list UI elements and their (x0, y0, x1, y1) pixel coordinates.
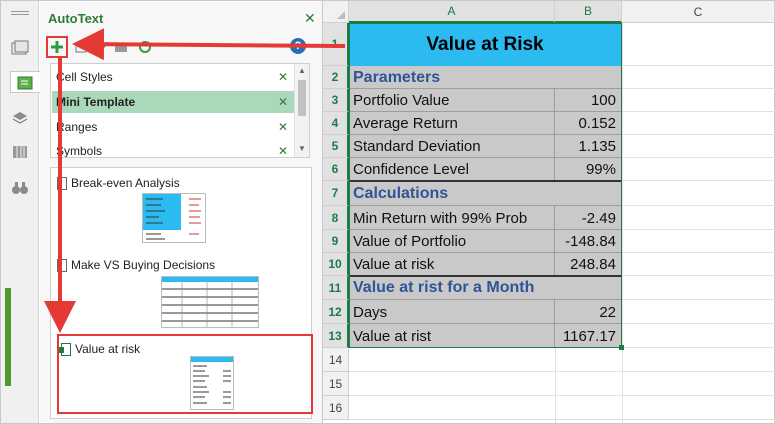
row-header[interactable]: 10 (323, 253, 349, 276)
category-item[interactable]: Cell Styles ✕ (52, 66, 294, 88)
row-header[interactable]: 7 (323, 181, 349, 206)
pane-title: AutoText (48, 11, 104, 26)
row-header[interactable]: 11 (323, 276, 349, 300)
autotext-toolbar: ? (40, 35, 322, 59)
gallery-item-title[interactable]: Make VS Buying Decisions (57, 258, 215, 272)
row-header[interactable]: 8 (323, 206, 349, 230)
category-label: Symbols (56, 144, 103, 158)
add-autotext-button[interactable] (46, 36, 68, 58)
layers-icon[interactable] (8, 107, 32, 129)
autotext-pane: AutoText ✕ ? Cell Styles ✕ Mini Template… (40, 1, 322, 423)
category-label: Cell Styles (56, 70, 113, 84)
binoculars-icon[interactable] (8, 177, 32, 199)
row-header[interactable]: 12 (323, 300, 349, 324)
row-header[interactable]: 5 (323, 135, 349, 158)
folder-icon[interactable] (112, 36, 130, 58)
document-icon (57, 176, 67, 190)
row-header[interactable]: 6 (323, 158, 349, 181)
select-all-corner[interactable] (323, 1, 349, 23)
edit-icon[interactable] (92, 36, 110, 58)
gridline (622, 23, 623, 423)
gridline (349, 371, 775, 372)
pane-resize-handle[interactable] (5, 288, 11, 386)
add-group-icon[interactable] (72, 36, 90, 58)
columns-icon[interactable] (8, 141, 32, 163)
entry-label: Make VS Buying Decisions (71, 258, 216, 272)
row-header[interactable]: 4 (323, 112, 349, 135)
delete-category-icon[interactable]: ✕ (278, 95, 288, 109)
row-header[interactable]: 16 (323, 396, 349, 420)
row-header[interactable]: 3 (323, 89, 349, 112)
column-header-c[interactable]: C (622, 1, 775, 23)
gallery-item-title[interactable]: Break-even Analysis (57, 176, 180, 190)
row-header[interactable]: 13 (323, 324, 349, 348)
category-item-selected[interactable]: Mini Template ✕ (52, 91, 294, 113)
delete-category-icon[interactable]: ✕ (278, 70, 288, 84)
close-icon[interactable]: ✕ (304, 10, 316, 27)
delete-category-icon[interactable]: ✕ (278, 144, 288, 157)
selected-entry-highlight (57, 334, 313, 414)
category-item[interactable]: Ranges ✕ (52, 116, 294, 138)
refresh-icon[interactable] (134, 36, 156, 58)
scroll-thumb[interactable] (298, 80, 306, 116)
category-list: Cell Styles ✕ Mini Template ✕ Ranges ✕ S… (50, 63, 310, 158)
scroll-up-icon[interactable]: ▲ (298, 66, 306, 75)
plus-icon (51, 41, 63, 53)
delete-category-icon[interactable]: ✕ (278, 120, 288, 134)
workbook-icon[interactable] (8, 37, 32, 59)
autotext-gallery: Break-even Analysis Make VS Buying Decis… (50, 167, 313, 419)
category-label: Mini Template (56, 95, 136, 109)
entry-label: Break-even Analysis (71, 176, 180, 190)
row-header[interactable]: 15 (323, 372, 349, 396)
category-item[interactable]: Symbols ✕ (52, 140, 294, 158)
column-header-b[interactable]: B (555, 1, 622, 23)
category-scrollbar[interactable]: ▲ ▼ (294, 64, 309, 157)
fill-handle[interactable] (619, 345, 624, 350)
column-header-a[interactable]: A (349, 1, 555, 23)
scroll-down-icon[interactable]: ▼ (298, 144, 306, 153)
grip-icon[interactable] (11, 11, 29, 15)
category-label: Ranges (56, 120, 98, 134)
spreadsheet: A B C 1 2 3 4 5 6 7 8 9 10 11 12 13 14 15 16 Parameters… (322, 1, 775, 423)
gridline (349, 395, 775, 396)
side-icon-strip (1, 1, 40, 423)
row-header[interactable]: 14 (323, 348, 349, 372)
help-icon[interactable]: ? (290, 38, 306, 54)
entry-thumbnail[interactable] (142, 193, 206, 243)
autotext-icon[interactable] (10, 71, 40, 93)
selection-border (349, 23, 622, 348)
gridline (349, 419, 775, 420)
row-header[interactable]: 2 (323, 66, 349, 89)
document-icon (57, 258, 67, 272)
row-header[interactable]: 9 (323, 230, 349, 253)
row-header[interactable]: 1 (323, 23, 349, 66)
entry-thumbnail[interactable] (161, 276, 259, 328)
